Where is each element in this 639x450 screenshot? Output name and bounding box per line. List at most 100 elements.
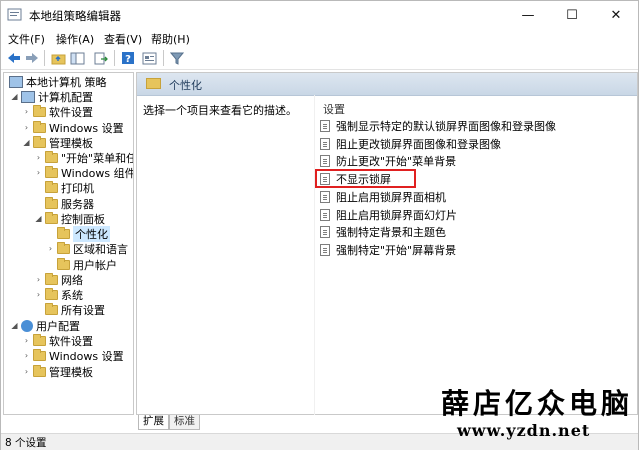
tree-node-start-menu[interactable]: › "开始"菜单和任 <box>34 150 133 165</box>
maximize-button[interactable]: ☐ <box>550 1 594 29</box>
properties-icon <box>142 52 156 64</box>
folder-icon <box>33 333 46 346</box>
tree-node-label: 控制面板 <box>61 212 105 226</box>
tree-node-personalization[interactable]: 个性化 <box>55 225 110 242</box>
tree-node-user-software-settings[interactable]: › 软件设置 <box>22 333 93 348</box>
properties-button[interactable] <box>141 50 157 66</box>
collapse-icon[interactable]: ◢ <box>22 138 31 147</box>
tree-node-all-settings[interactable]: 所有设置 <box>43 302 105 317</box>
menu-help[interactable]: 帮助(H) <box>151 31 190 47</box>
tree-node-windows-components[interactable]: › Windows 组件 <box>34 165 134 180</box>
tree-node-regional[interactable]: › 区域和语言 <box>46 241 128 256</box>
watermark-url: www.yzdn.net <box>457 421 591 440</box>
toolbar-separator <box>163 50 164 66</box>
folder-icon <box>33 135 46 148</box>
expand-icon[interactable]: › <box>34 168 43 177</box>
toolbar: ? <box>1 47 638 70</box>
tree-node-label: 软件设置 <box>49 334 93 348</box>
tree-node-user-windows-settings[interactable]: › Windows 设置 <box>22 348 124 363</box>
expand-icon[interactable]: › <box>34 290 43 299</box>
expand-icon[interactable]: › <box>22 367 31 376</box>
tree-node-label: 服务器 <box>61 197 94 211</box>
tab-standard[interactable]: 标准 <box>169 415 200 430</box>
maximize-icon: ☐ <box>566 7 578 23</box>
menu-file[interactable]: 文件(F) <box>8 31 45 47</box>
user-icon <box>21 319 33 332</box>
folder-icon <box>45 180 58 193</box>
tree-node-user-admin-templates[interactable]: › 管理模板 <box>22 364 93 379</box>
folder-icon <box>33 120 46 133</box>
setting-item[interactable]: 阻止启用锁屏界面相机 <box>320 189 446 205</box>
collapse-icon[interactable]: ◢ <box>34 214 43 223</box>
expand-icon[interactable]: › <box>22 351 31 360</box>
expand-icon[interactable]: › <box>46 244 55 253</box>
forward-button[interactable] <box>24 50 40 66</box>
filter-icon <box>170 52 184 65</box>
collapse-icon[interactable]: ◢ <box>10 321 19 330</box>
tree-node-server[interactable]: 服务器 <box>43 196 94 211</box>
tree-node-user-accounts[interactable]: 用户帐户 <box>55 257 117 272</box>
tree-pane-icon <box>70 52 84 64</box>
setting-item[interactable]: 强制显示特定的默认锁屏界面图像和登录图像 <box>320 118 556 134</box>
tree-node-label: 管理模板 <box>49 365 93 379</box>
help-button[interactable]: ? <box>120 50 136 66</box>
back-button[interactable] <box>6 50 22 66</box>
tree-node-label: 软件设置 <box>49 105 93 119</box>
tree-node-label: 所有设置 <box>61 303 105 317</box>
tree-node-root[interactable]: 本地计算机 策略 <box>7 74 107 89</box>
expand-icon[interactable]: › <box>34 275 43 284</box>
tree-node-label: Windows 设置 <box>49 349 124 363</box>
tree-node-label: 计算机配置 <box>38 90 93 104</box>
minimize-button[interactable]: — <box>506 1 550 29</box>
tree-node-windows-settings[interactable]: › Windows 设置 <box>22 120 124 135</box>
tree-node-label: 用户帐户 <box>73 258 117 272</box>
setting-item[interactable]: 强制特定"开始"屏幕背景 <box>320 242 456 258</box>
folder-icon <box>45 196 58 209</box>
export-icon <box>94 52 108 64</box>
filter-button[interactable] <box>169 50 185 66</box>
tree-node-label: 本地计算机 策略 <box>26 75 107 89</box>
show-hide-tree-button[interactable] <box>69 50 85 66</box>
column-header-setting[interactable]: 设置 <box>323 101 345 117</box>
expand-icon[interactable]: › <box>22 107 31 116</box>
tree-node-user-config[interactable]: ◢ 用户配置 <box>10 318 80 333</box>
view-tabs: 扩展 标准 <box>138 415 200 430</box>
tree-node-control-panel[interactable]: ◢ 控制面板 <box>34 211 105 226</box>
tree-node-system[interactable]: › 系统 <box>34 287 83 302</box>
minimize-icon: — <box>521 7 535 23</box>
tree-node-admin-templates[interactable]: ◢ 管理模板 <box>22 135 93 150</box>
expand-icon[interactable]: › <box>22 336 31 345</box>
app-icon <box>7 8 22 21</box>
tree-node-computer-config[interactable]: ◢ 计算机配置 <box>10 89 93 104</box>
setting-item[interactable]: 阻止更改锁屏界面图像和登录图像 <box>320 136 501 152</box>
tree-node-label: 区域和语言 <box>73 242 128 256</box>
status-text: 8 个设置 <box>5 437 47 449</box>
close-button[interactable]: ✕ <box>594 1 638 29</box>
menu-view[interactable]: 查看(V) <box>104 31 142 47</box>
expand-icon[interactable]: › <box>34 153 43 162</box>
tree-node-software-settings[interactable]: › 软件设置 <box>22 104 93 119</box>
policy-icon <box>320 244 330 256</box>
details-header: 个性化 <box>137 73 637 96</box>
tree-node-label: 管理模板 <box>49 136 93 150</box>
collapse-icon[interactable]: ◢ <box>10 92 19 101</box>
tree-node-label: 用户配置 <box>36 319 80 333</box>
details-pane: 个性化 选择一个项目来查看它的描述。 设置 强制显示特定的默认锁屏界面图像和登录… <box>136 72 638 415</box>
tree-node-label: 网络 <box>61 273 83 287</box>
export-list-button[interactable] <box>92 50 108 66</box>
setting-label: 阻止更改锁屏界面图像和登录图像 <box>336 138 501 151</box>
tree-node-label: 个性化 <box>73 225 110 242</box>
folder-icon <box>33 364 46 377</box>
menu-action[interactable]: 操作(A) <box>56 31 94 47</box>
tab-extended[interactable]: 扩展 <box>138 415 169 430</box>
setting-item[interactable]: 强制特定背景和主题色 <box>320 224 446 240</box>
setting-item[interactable]: 防止更改"开始"菜单背景 <box>320 153 456 169</box>
tree-node-network[interactable]: › 网络 <box>34 272 83 287</box>
tree-node-label: Windows 组件 <box>61 166 134 180</box>
tree-node-label: Windows 设置 <box>49 121 124 135</box>
up-folder-button[interactable] <box>50 50 66 66</box>
setting-label: 防止更改"开始"菜单背景 <box>336 155 457 168</box>
expand-icon[interactable]: › <box>22 123 31 132</box>
tree-node-printers[interactable]: 打印机 <box>43 180 94 195</box>
setting-item[interactable]: 阻止启用锁屏界面幻灯片 <box>320 207 457 223</box>
